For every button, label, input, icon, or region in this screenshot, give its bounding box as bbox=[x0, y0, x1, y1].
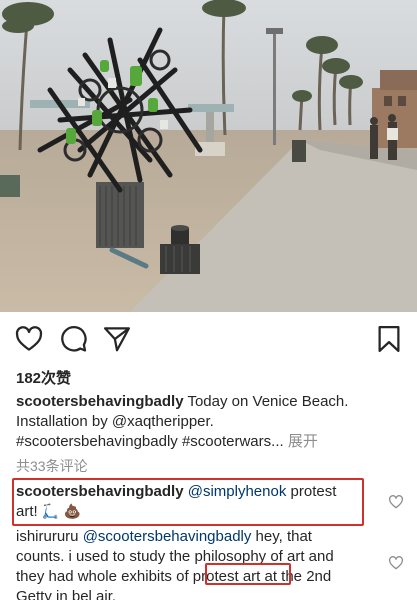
comment-line-2: counts. i used to study the philosophy o… bbox=[16, 548, 334, 565]
heart-icon[interactable] bbox=[14, 324, 44, 354]
highlight-box bbox=[12, 478, 364, 526]
caption-text-3: #scootersbehavingbadly #scooterwars... bbox=[16, 433, 284, 450]
post-actions-bar bbox=[0, 318, 417, 362]
comment-line-4: Getty in bel air. bbox=[16, 588, 117, 600]
comment-like-heart-icon[interactable] bbox=[388, 555, 404, 571]
share-icon[interactable] bbox=[102, 324, 132, 354]
caption-line-3: #scootersbehavingbadly #scooterwars... 展… bbox=[16, 432, 408, 452]
bookmark-icon[interactable] bbox=[374, 324, 404, 354]
comment-line-1: ishirururu @scootersbehavingbadly hey, t… bbox=[16, 527, 382, 547]
caption-text-1: Today on Venice Beach. bbox=[187, 393, 349, 410]
highlight-box bbox=[205, 563, 291, 585]
comment-text: they had whole exhibits of bbox=[16, 568, 189, 585]
view-all-comments-link[interactable]: 共33条评论 bbox=[16, 456, 88, 476]
likes-count[interactable]: 182次赞 bbox=[16, 367, 71, 388]
post-photo[interactable] bbox=[0, 0, 417, 312]
comment-icon[interactable] bbox=[58, 324, 88, 354]
comment-text: hey, that bbox=[255, 528, 312, 545]
venice-beach-scooter-sculpture-image bbox=[0, 0, 417, 312]
caption-line-1: scootersbehavingbadly Today on Venice Be… bbox=[16, 392, 408, 412]
comment-username[interactable]: ishirururu bbox=[16, 528, 79, 545]
comment-line-3: they had whole exhibits of protest art a… bbox=[16, 567, 382, 587]
post-caption: scootersbehavingbadly Today on Venice Be… bbox=[16, 392, 408, 452]
caption-more-link[interactable]: 展开 bbox=[288, 433, 318, 450]
comment-mention[interactable]: @scootersbehavingbadly bbox=[83, 528, 252, 545]
caption-username[interactable]: scootersbehavingbadly bbox=[16, 393, 184, 410]
comment-item: ishirururu @scootersbehavingbadly hey, t… bbox=[16, 527, 382, 600]
comment-like-heart-icon[interactable] bbox=[388, 494, 404, 510]
caption-line-2: Installation by @xaqtheripper. bbox=[16, 413, 214, 430]
